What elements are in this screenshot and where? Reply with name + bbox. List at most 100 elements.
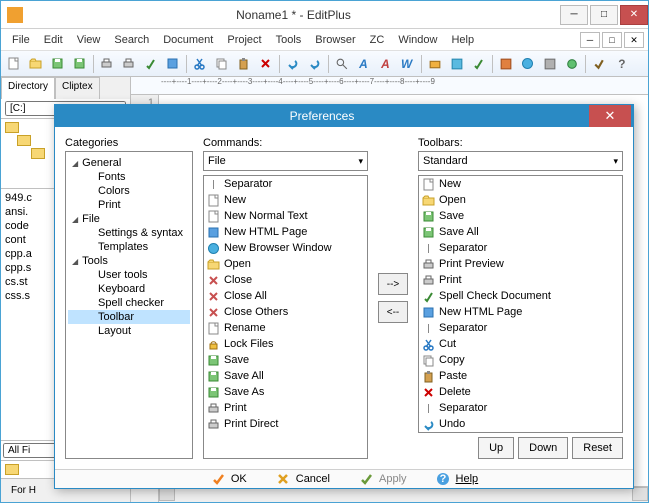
mdi-close-button[interactable]: ✕ — [624, 32, 644, 48]
tree-node-colors[interactable]: Colors — [68, 184, 190, 198]
tree-node-spell-checker[interactable]: Spell checker — [68, 296, 190, 310]
tb-misc2-icon[interactable] — [447, 54, 467, 74]
list-item[interactable]: Close Others — [204, 304, 367, 320]
list-item[interactable]: Cut — [419, 336, 622, 352]
menu-help[interactable]: Help — [444, 32, 481, 48]
help-button[interactable]: Help — [435, 471, 479, 487]
folder-icon[interactable] — [5, 464, 19, 475]
commands-dropdown[interactable]: File — [203, 151, 368, 171]
list-item[interactable]: New — [204, 192, 367, 208]
tree-node-keyboard[interactable]: Keyboard — [68, 282, 190, 296]
categories-tree[interactable]: GeneralFontsColorsPrintFileSettings & sy… — [65, 151, 193, 459]
list-item[interactable]: Close All — [204, 288, 367, 304]
tree-node-fonts[interactable]: Fonts — [68, 170, 190, 184]
tb-misc7-icon[interactable] — [589, 54, 609, 74]
apply-button[interactable]: Apply — [358, 471, 407, 487]
list-item[interactable]: New HTML Page — [419, 304, 622, 320]
commands-list[interactable]: SeparatorNewNew Normal TextNew HTML Page… — [203, 175, 368, 459]
list-item[interactable]: Copy — [419, 352, 622, 368]
list-item[interactable]: Print Preview — [419, 256, 622, 272]
list-item[interactable]: Save All — [204, 368, 367, 384]
list-item[interactable]: Delete — [419, 384, 622, 400]
menu-search[interactable]: Search — [107, 32, 156, 48]
list-item[interactable]: Lock Files — [204, 336, 367, 352]
tree-node-settings-&-syntax[interactable]: Settings & syntax — [68, 226, 190, 240]
scroll-right-icon[interactable] — [632, 487, 648, 501]
tb-copy-icon[interactable] — [212, 54, 232, 74]
list-item[interactable]: Close — [204, 272, 367, 288]
tree-node-tools[interactable]: Tools — [68, 254, 190, 268]
list-item[interactable]: New Browser Window — [204, 240, 367, 256]
list-item[interactable]: Undo — [419, 416, 622, 432]
tb-paste-icon[interactable] — [234, 54, 254, 74]
tb-misc5-icon[interactable] — [540, 54, 560, 74]
list-item[interactable]: Save As — [204, 384, 367, 400]
tb-open-icon[interactable] — [26, 54, 46, 74]
ok-button[interactable]: OK — [210, 471, 247, 487]
mdi-minimize-button[interactable]: ─ — [580, 32, 600, 48]
list-item[interactable]: Separator — [419, 320, 622, 336]
tb-findfiles-icon[interactable]: A — [376, 54, 396, 74]
maximize-button[interactable]: □ — [590, 5, 618, 25]
tb-browser-icon[interactable] — [518, 54, 538, 74]
list-item[interactable]: Rename — [204, 320, 367, 336]
menu-tools[interactable]: Tools — [269, 32, 309, 48]
list-item[interactable]: Save All — [419, 224, 622, 240]
close-button[interactable]: ✕ — [620, 5, 648, 25]
tree-node-toolbar[interactable]: Toolbar — [68, 310, 190, 324]
tb-misc6-icon[interactable] — [562, 54, 582, 74]
list-item[interactable]: Spell Check Document — [419, 288, 622, 304]
toolbars-list[interactable]: NewOpenSaveSave AllSeparatorPrint Previe… — [418, 175, 623, 433]
tb-replace-icon[interactable]: A — [354, 54, 374, 74]
tb-wordwrap-icon[interactable]: W — [398, 54, 418, 74]
tree-node-file[interactable]: File — [68, 212, 190, 226]
menu-browser[interactable]: Browser — [308, 32, 362, 48]
tree-node-templates[interactable]: Templates — [68, 240, 190, 254]
tb-new-icon[interactable] — [4, 54, 24, 74]
mdi-restore-button[interactable]: □ — [602, 32, 622, 48]
list-item[interactable]: Paste — [419, 368, 622, 384]
scroll-left-icon[interactable] — [159, 487, 175, 501]
list-item[interactable]: Print — [204, 400, 367, 416]
list-item[interactable]: New HTML Page — [204, 224, 367, 240]
list-item[interactable]: New Normal Text — [204, 208, 367, 224]
list-item[interactable]: Separator — [419, 240, 622, 256]
minimize-button[interactable]: ─ — [560, 5, 588, 25]
menu-document[interactable]: Document — [156, 32, 220, 48]
tb-misc3-icon[interactable] — [469, 54, 489, 74]
list-item[interactable]: Save — [204, 352, 367, 368]
tb-printpreview-icon[interactable] — [97, 54, 117, 74]
list-item[interactable]: Print Direct — [204, 416, 367, 432]
toolbars-dropdown[interactable]: Standard — [418, 151, 623, 171]
tb-undo-icon[interactable] — [283, 54, 303, 74]
menu-file[interactable]: File — [5, 32, 37, 48]
list-item[interactable]: Separator — [419, 400, 622, 416]
prefs-close-button[interactable]: ✕ — [589, 105, 631, 127]
up-button[interactable]: Up — [478, 437, 514, 459]
tree-node-user-tools[interactable]: User tools — [68, 268, 190, 282]
tb-misc8-icon[interactable]: ? — [611, 54, 631, 74]
tb-save-icon[interactable] — [48, 54, 68, 74]
list-item[interactable]: Save — [419, 208, 622, 224]
menu-window[interactable]: Window — [391, 32, 444, 48]
down-button[interactable]: Down — [518, 437, 568, 459]
tb-cut-icon[interactable] — [190, 54, 210, 74]
remove-button[interactable]: <-- — [378, 301, 408, 323]
list-item[interactable]: Open — [204, 256, 367, 272]
list-item[interactable]: Open — [419, 192, 622, 208]
tb-redo-icon[interactable] — [305, 54, 325, 74]
menu-zc[interactable]: ZC — [363, 32, 392, 48]
tb-find-icon[interactable] — [332, 54, 352, 74]
tree-node-general[interactable]: General — [68, 156, 190, 170]
sidebar-tab-cliptext[interactable]: Cliptex — [55, 77, 100, 99]
menu-project[interactable]: Project — [220, 32, 268, 48]
tb-misc1-icon[interactable] — [425, 54, 445, 74]
list-item[interactable]: Separator — [204, 176, 367, 192]
add-button[interactable]: --> — [378, 273, 408, 295]
menu-edit[interactable]: Edit — [37, 32, 70, 48]
tb-print-icon[interactable] — [119, 54, 139, 74]
menu-view[interactable]: View — [70, 32, 108, 48]
list-item[interactable]: New — [419, 176, 622, 192]
cancel-button[interactable]: Cancel — [275, 471, 330, 487]
tb-html-icon[interactable] — [163, 54, 183, 74]
